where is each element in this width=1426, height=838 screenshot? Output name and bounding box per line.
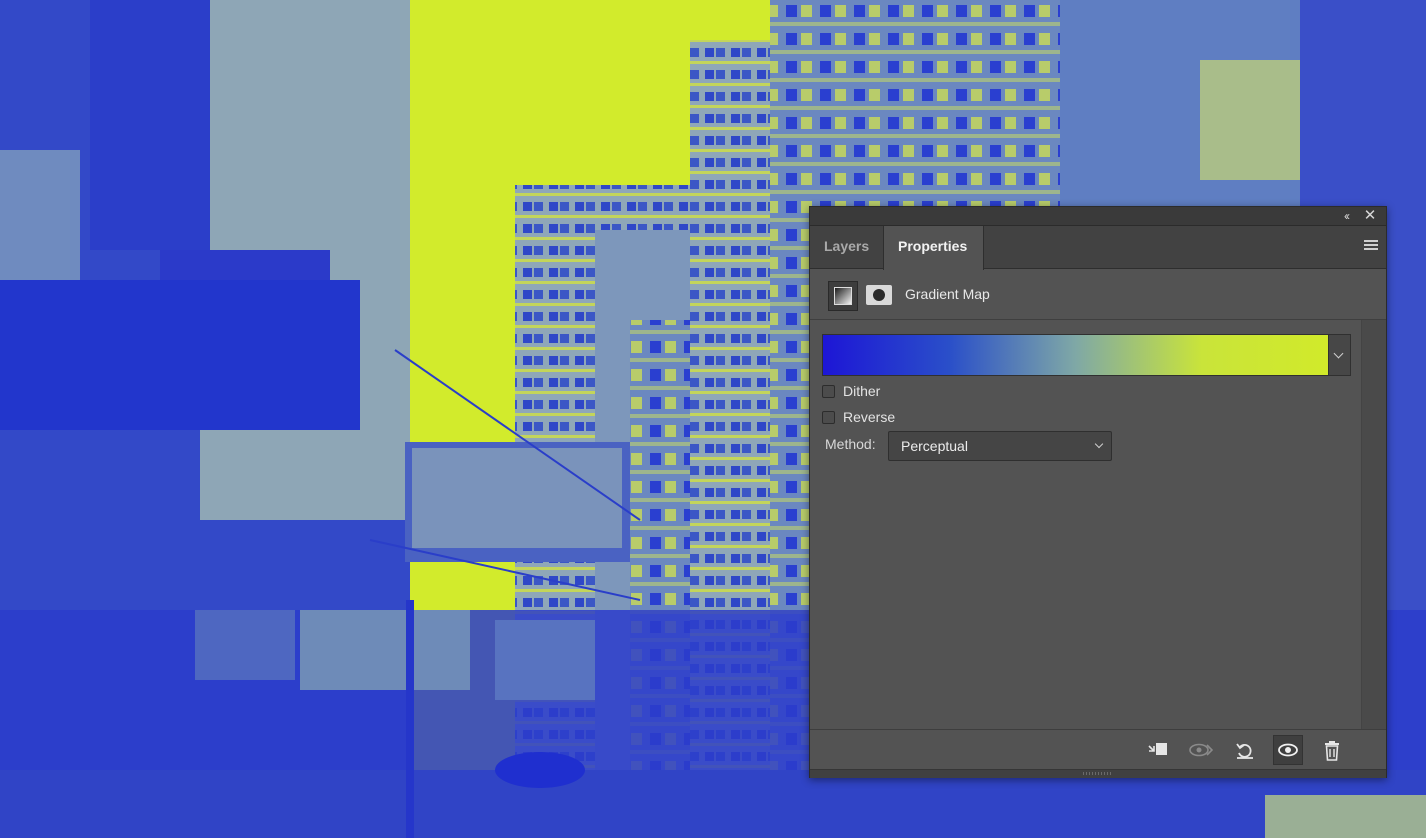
chevron-down-icon xyxy=(1094,439,1104,449)
double-chevron-left-icon[interactable]: ‹‹ xyxy=(1338,208,1354,224)
tab-layers[interactable]: Layers xyxy=(810,226,884,269)
reset-icon[interactable] xyxy=(1230,735,1260,765)
delete-icon[interactable] xyxy=(1317,735,1347,765)
dither-label: Dither xyxy=(843,383,881,399)
tab-label: Properties xyxy=(898,238,968,254)
adjustment-title: Gradient Map xyxy=(905,286,990,302)
hamburger-menu-icon[interactable] xyxy=(1364,240,1378,252)
layer-mask-icon[interactable] xyxy=(866,285,892,305)
tab-label: Layers xyxy=(824,238,870,254)
method-label: Method: xyxy=(825,436,876,452)
adjustment-header: Gradient Map xyxy=(810,269,1386,320)
chevron-down-icon xyxy=(1333,348,1344,359)
clip-to-layer-icon[interactable] xyxy=(1143,735,1173,765)
gradient-picker-dropdown[interactable] xyxy=(1329,334,1351,376)
view-previous-state-icon[interactable] xyxy=(1187,735,1217,765)
gradient-map-adjustment-icon[interactable] xyxy=(828,281,858,311)
dither-checkbox[interactable] xyxy=(822,385,835,398)
scrollbar[interactable] xyxy=(1361,320,1386,729)
properties-content: Dither Reverse Method: Perceptual xyxy=(810,320,1386,729)
gradient-preview[interactable] xyxy=(822,334,1329,376)
panel-resize-grip[interactable] xyxy=(810,769,1386,778)
reverse-label: Reverse xyxy=(843,409,896,425)
method-value: Perceptual xyxy=(901,438,968,454)
panel-title-bar[interactable]: ‹‹ ✕ xyxy=(810,207,1386,226)
toggle-visibility-icon[interactable] xyxy=(1273,735,1303,765)
close-icon[interactable]: ✕ xyxy=(1362,208,1378,224)
reverse-checkbox[interactable] xyxy=(822,411,835,424)
properties-panel: ‹‹ ✕ Layers Properties Gradient Map Dith… xyxy=(809,206,1387,778)
panel-tab-bar: Layers Properties xyxy=(810,226,1386,270)
tab-properties[interactable]: Properties xyxy=(883,226,984,270)
method-select[interactable]: Perceptual xyxy=(888,431,1112,461)
panel-footer xyxy=(810,729,1386,769)
